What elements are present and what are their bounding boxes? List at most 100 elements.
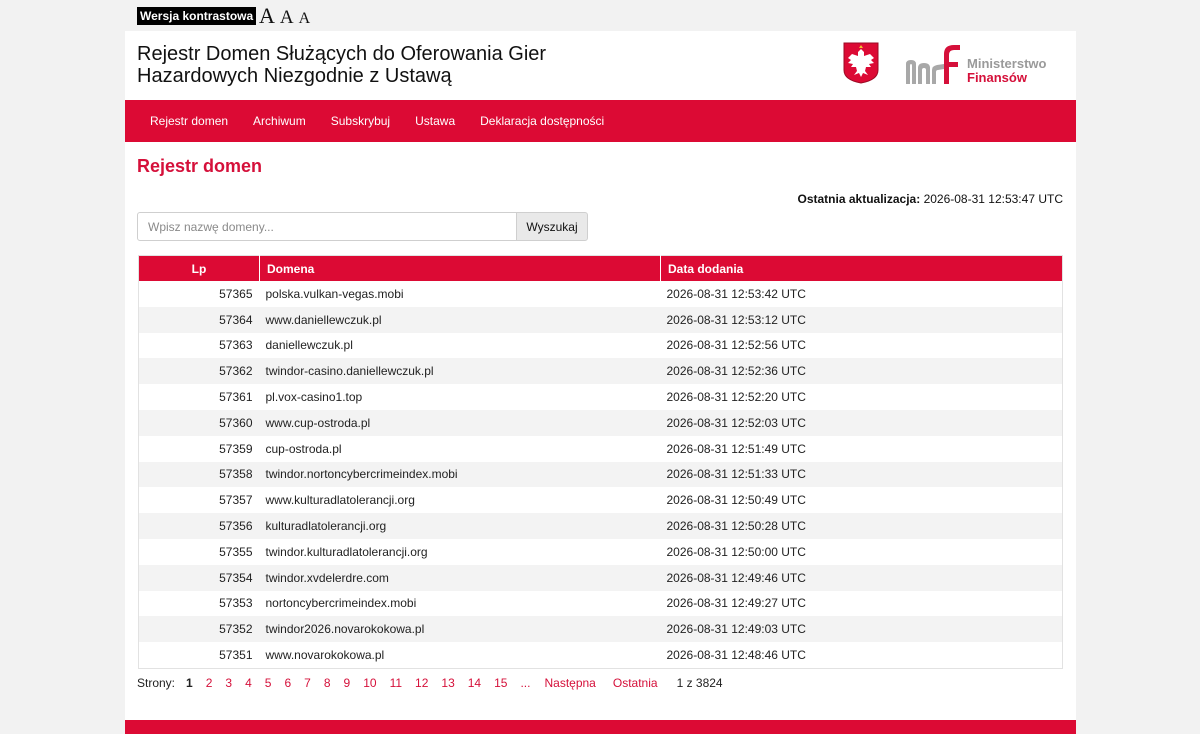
table-row: 57358 twindor.nortoncybercrimeindex.mobi… <box>138 461 1063 488</box>
pagination-label: Strony: <box>137 676 176 690</box>
pagination-page-link[interactable]: 15 <box>494 676 507 690</box>
cell-lp: 57351 <box>219 648 253 663</box>
column-header-domain[interactable]: Domena <box>259 255 661 281</box>
cell-date-added: 2026-08-31 12:53:12 UTC <box>660 306 1063 333</box>
search-button[interactable]: Wyszukaj <box>516 212 588 241</box>
cell-domain: polska.vulkan-vegas.mobi <box>265 286 404 301</box>
pagination-current-page: 1 <box>186 676 193 690</box>
pagination-page-link[interactable]: 7 <box>304 676 311 690</box>
last-update-label: Ostatnia aktualizacja: <box>797 192 921 206</box>
pagination-page-link[interactable]: 13 <box>441 676 454 690</box>
table-row: 57361 pl.vox-casino1.top 2026-08-31 12:5… <box>139 384 1063 410</box>
table-row: 57360 www.cup-ostroda.pl 2026-08-31 12:5… <box>138 409 1063 436</box>
pagination-page-link[interactable]: 14 <box>468 676 481 690</box>
cell-lp: 57355 <box>219 544 253 559</box>
polish-eagle-emblem-icon <box>843 42 879 89</box>
page-title: Rejestr domen <box>137 156 263 176</box>
nav-item-accessibility-declaration[interactable]: Deklaracja dostępności <box>480 100 604 142</box>
ministry-name-line1: Ministerstwo <box>967 56 1047 71</box>
pagination-page-link[interactable]: 2 <box>206 676 213 690</box>
cell-lp: 57353 <box>219 596 253 611</box>
font-size-switcher: A A A <box>259 3 311 29</box>
cell-lp: 57358 <box>138 461 260 488</box>
pagination-next-link[interactable]: Następna <box>544 676 595 690</box>
column-header-lp[interactable]: Lp <box>138 255 260 281</box>
pagination-ellipsis: ... <box>520 676 531 690</box>
cell-date-added: 2026-08-31 12:50:28 UTC <box>660 513 1063 539</box>
cell-lp: 57359 <box>219 441 253 456</box>
cell-date-added: 2026-08-31 12:49:03 UTC <box>660 616 1063 643</box>
table-header-row: Lp Domena Data dodania <box>138 255 1063 281</box>
table-row: 57351 www.novarokokowa.pl 2026-08-31 12:… <box>139 642 1063 668</box>
cell-lp: 57357 <box>219 493 253 508</box>
cell-date-added: 2026-08-31 12:51:33 UTC <box>660 461 1063 488</box>
cell-lp: 57363 <box>219 338 253 353</box>
pagination-page-link[interactable]: 8 <box>324 676 331 690</box>
cell-domain: nortoncybercrimeindex.mobi <box>265 596 417 611</box>
cell-domain: twindor.nortoncybercrimeindex.mobi <box>259 461 661 488</box>
domain-search-input[interactable] <box>137 212 527 241</box>
last-update-value: 2026-08-31 12:53:47 UTC <box>923 192 1063 206</box>
nav-item-subscribe[interactable]: Subskrybuj <box>331 100 390 142</box>
font-size-medium-button[interactable]: A <box>280 7 294 29</box>
table-row: 57363 daniellewczuk.pl 2026-08-31 12:52:… <box>139 333 1063 359</box>
cell-lp: 57362 <box>138 358 260 385</box>
accessibility-bar: Wersja kontrastowa A A A <box>125 0 1076 31</box>
site-title[interactable]: Rejestr Domen Służących do Oferowania Gi… <box>137 43 577 87</box>
domain-table: Lp Domena Data dodania 57365 polska.vulk… <box>138 255 1063 669</box>
ministry-name-line2: Finansów <box>967 70 1027 85</box>
table-row: 57357 www.kulturadlatolerancji.org 2026-… <box>139 487 1063 513</box>
font-size-large-button[interactable]: A <box>259 3 275 29</box>
pagination-page-count: 1 z 3824 <box>676 676 723 690</box>
cell-domain: twindor.kulturadlatolerancji.org <box>265 544 428 559</box>
cell-lp: 57364 <box>138 306 260 333</box>
table-row: 57354 twindor.xvdelerdre.com 2026-08-31 … <box>138 564 1063 591</box>
site-header: Rejestr Domen Służących do Oferowania Gi… <box>125 31 1076 100</box>
table-row: 57362 twindor-casino.daniellewczuk.pl 20… <box>138 358 1063 385</box>
footer-bar <box>125 720 1076 734</box>
table-row: 57365 polska.vulkan-vegas.mobi 2026-08-3… <box>139 281 1063 307</box>
pagination-page-link[interactable]: 11 <box>390 676 402 690</box>
cell-domain: twindor-casino.daniellewczuk.pl <box>259 358 661 385</box>
cell-domain: pl.vox-casino1.top <box>265 390 363 405</box>
cell-domain: twindor.xvdelerdre.com <box>259 564 661 591</box>
column-header-date-added[interactable]: Data dodania <box>660 255 1063 281</box>
cell-lp: 57352 <box>138 616 260 643</box>
main-navigation: Rejestr domen Archiwum Subskrybuj Ustawa… <box>125 100 1076 142</box>
contrast-version-button[interactable]: Wersja kontrastowa <box>137 7 257 25</box>
nav-item-act[interactable]: Ustawa <box>415 100 455 142</box>
cell-domain: www.kulturadlatolerancji.org <box>265 493 415 508</box>
cell-date-added: 2026-08-31 12:50:49 UTC <box>666 493 806 508</box>
cell-date-added: 2026-08-31 12:52:20 UTC <box>666 390 806 405</box>
last-update: Ostatnia aktualizacja: 2026-08-31 12:53:… <box>798 192 1064 206</box>
pagination-page-link[interactable]: 10 <box>363 676 376 690</box>
nav-item-archive[interactable]: Archiwum <box>253 100 306 142</box>
font-size-small-button[interactable]: A <box>299 10 311 28</box>
nav-item-domain-register[interactable]: Rejestr domen <box>150 100 228 142</box>
cell-date-added: 2026-08-31 12:52:56 UTC <box>666 338 806 353</box>
cell-date-added: 2026-08-31 12:52:36 UTC <box>660 358 1063 385</box>
cell-domain: www.daniellewczuk.pl <box>259 306 661 333</box>
cell-date-added: 2026-08-31 12:49:27 UTC <box>666 596 806 611</box>
pagination-last-link[interactable]: Ostatnia <box>613 676 658 690</box>
pagination-page-link[interactable]: 5 <box>265 676 272 690</box>
ministry-of-finance-logo-icon <box>904 44 964 91</box>
pagination-page-link[interactable]: 12 <box>415 676 428 690</box>
pagination-page-link[interactable]: 9 <box>344 676 351 690</box>
cell-domain: www.novarokokowa.pl <box>265 648 385 663</box>
pagination-page-link[interactable]: 3 <box>225 676 232 690</box>
cell-date-added: 2026-08-31 12:49:46 UTC <box>660 564 1063 591</box>
ministry-name: Ministerstwo Finansów <box>967 57 1046 85</box>
pagination-page-link[interactable]: 6 <box>284 676 291 690</box>
site-title-line2: Hazardowych Niezgodnie z Ustawą <box>137 65 452 87</box>
cell-domain: daniellewczuk.pl <box>265 338 353 353</box>
cell-date-added: 2026-08-31 12:50:00 UTC <box>666 544 806 559</box>
cell-domain: kulturadlatolerancji.org <box>259 513 661 539</box>
table-row: 57355 twindor.kulturadlatolerancji.org 2… <box>139 539 1063 565</box>
cell-lp: 57360 <box>138 409 260 436</box>
pagination-page-link[interactable]: 4 <box>245 676 252 690</box>
cell-domain: www.cup-ostroda.pl <box>259 409 661 436</box>
cell-domain: twindor2026.novarokokowa.pl <box>259 616 661 643</box>
pagination: Strony: 1 2 3 4 5 6 7 8 9 10 11 12 13 14… <box>137 676 723 690</box>
site-title-line1: Rejestr Domen Służących do Oferowania Gi… <box>137 43 547 65</box>
